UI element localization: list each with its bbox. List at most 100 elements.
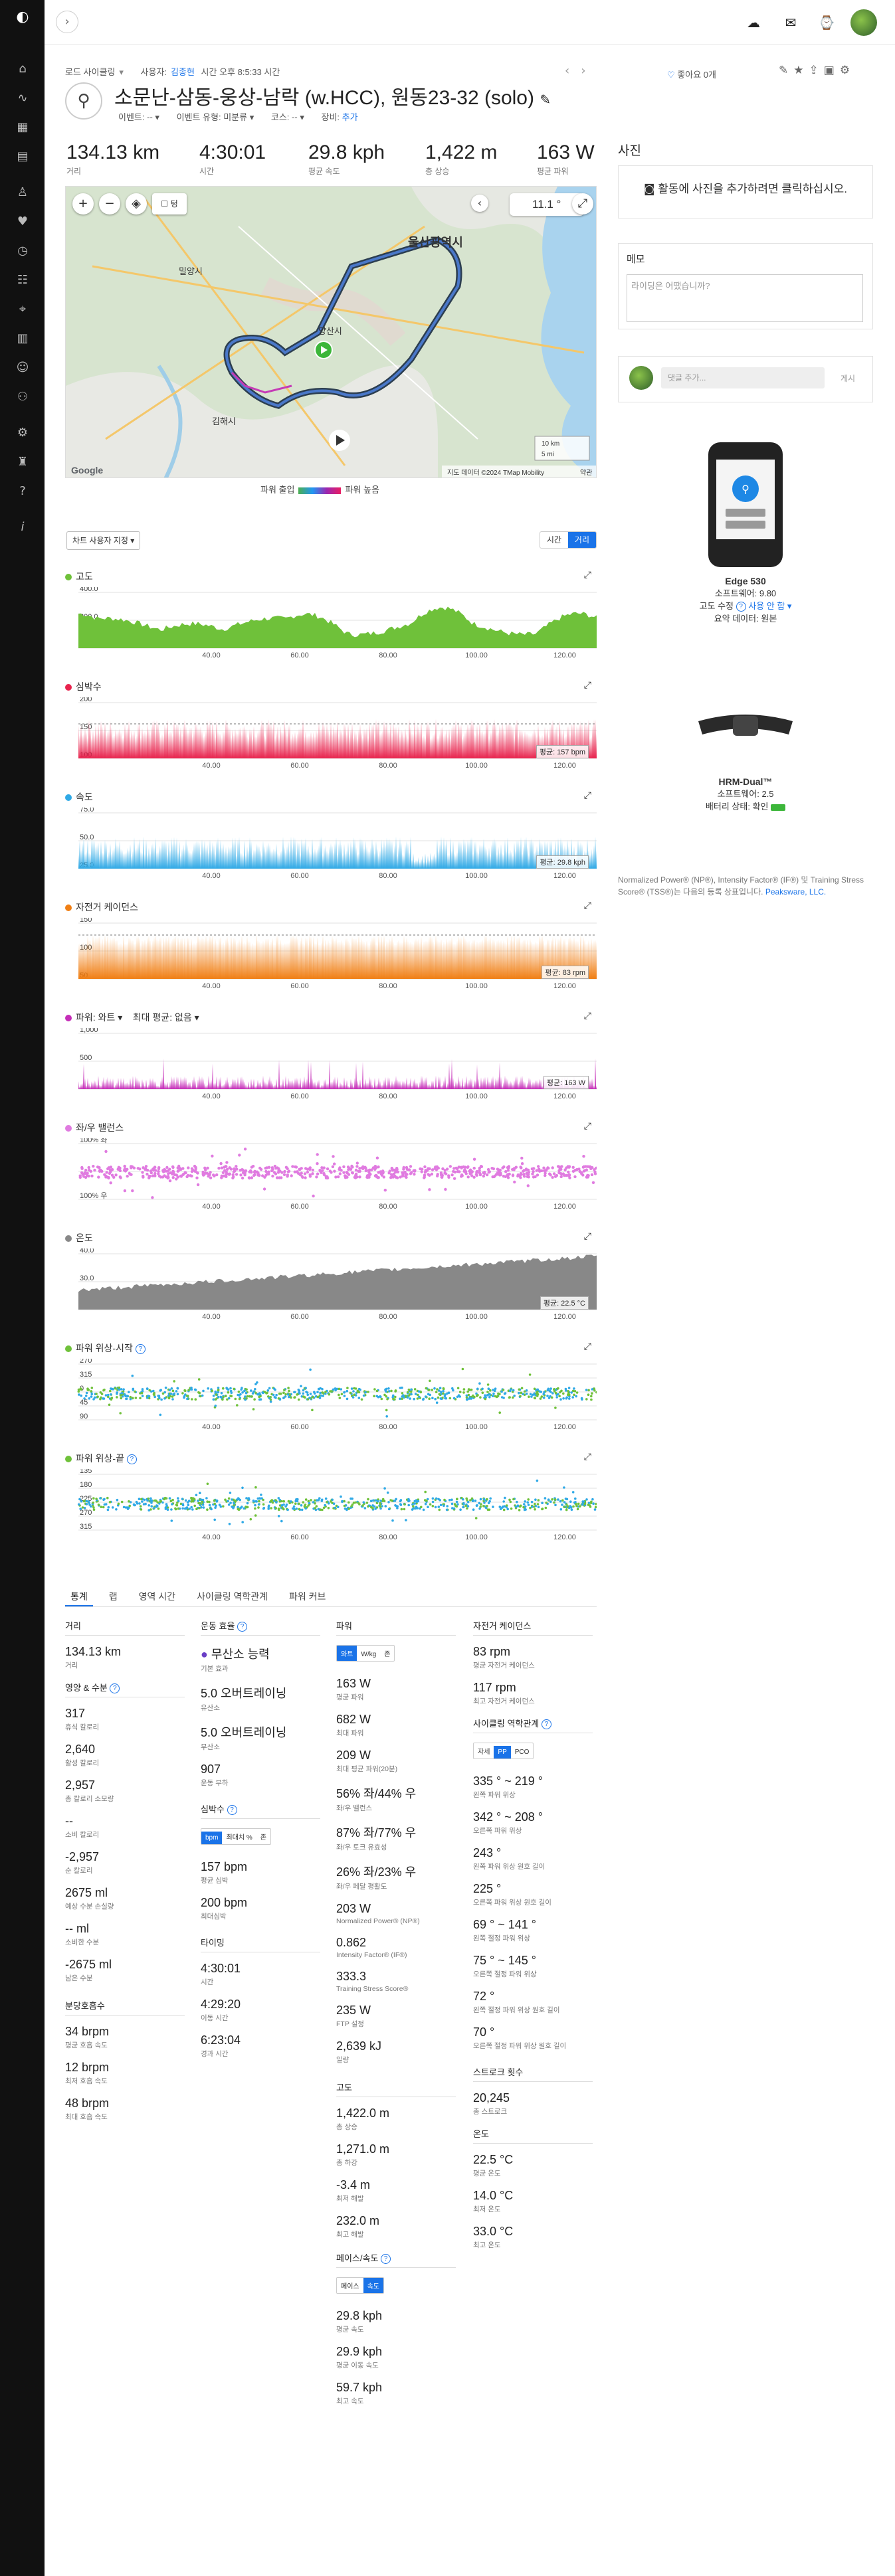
tab-power-curve[interactable]: 파워 커브 (284, 1586, 331, 1606)
badges-icon[interactable]: ☺ (15, 360, 31, 376)
user-name-link[interactable]: 김종현 (171, 67, 195, 77)
chart-point (364, 1391, 367, 1394)
expand-chart-icon[interactable]: ⤢ (584, 680, 591, 691)
share-icon[interactable]: ⇪ (809, 64, 824, 77)
activity-nav: ‹ › (565, 64, 586, 78)
expand-chart-icon[interactable]: ⤢ (584, 901, 591, 911)
training-icon[interactable]: ♙ (15, 185, 31, 201)
add-photo-button[interactable]: ◙ 활동에 사진을 추가하려면 클릭하십시오. (618, 165, 873, 218)
insights-icon[interactable]: ▥ (15, 331, 31, 347)
segment-option[interactable]: 자세 (474, 1743, 494, 1759)
next-activity-icon[interactable]: › (581, 64, 585, 78)
edit-pencil-icon[interactable]: ✎ (779, 64, 793, 77)
gear-list-icon[interactable]: ☷ (15, 272, 31, 288)
prev-activity-icon[interactable]: ‹ (565, 64, 569, 78)
garmin-connect-logo-icon[interactable]: ◐ (15, 9, 31, 25)
segment-option[interactable]: 속도 (363, 2278, 384, 2294)
lock-icon[interactable]: ▣ (824, 64, 840, 77)
memo-input[interactable]: 라이딩은 어땠습니까? (627, 274, 863, 322)
expand-chart-icon[interactable]: ⤢ (584, 1231, 591, 1242)
segment-option[interactable]: 존 (256, 1829, 270, 1844)
user-avatar[interactable] (850, 9, 877, 36)
fullscreen-icon[interactable]: ⤢ (572, 193, 593, 215)
chart-point (291, 1165, 294, 1168)
like-count[interactable]: ♡ 좋아요 0개 (667, 68, 716, 80)
peaksware-link[interactable]: Peaksware, LLC. (765, 887, 826, 897)
event-type-select[interactable]: 이벤트 유형: 미분류 ▾ (177, 112, 254, 122)
challenges-icon[interactable]: ♜ (15, 454, 31, 470)
expand-chart-icon[interactable]: ⤢ (584, 1341, 591, 1352)
help-icon[interactable]: ? (15, 483, 31, 499)
activity-pulse-icon[interactable]: ∿ (15, 90, 31, 106)
tab-time-in-zone[interactable]: 영역 시간 (134, 1586, 181, 1606)
expand-chart-icon[interactable]: ⤢ (584, 1121, 591, 1132)
chart-point (254, 1507, 256, 1510)
map-type-toggle[interactable]: ☐ 텅 (152, 193, 187, 215)
expand-chart-icon[interactable]: ⤢ (584, 1452, 591, 1462)
time-toggle[interactable]: 시간 (540, 532, 568, 548)
chart-point (363, 1507, 367, 1509)
segment-option[interactable]: PCO (511, 1746, 534, 1759)
segment-option[interactable]: 페이스 (337, 2278, 363, 2293)
segment-option[interactable]: 최대치 % (222, 1829, 256, 1844)
performance-icon[interactable]: ◷ (15, 243, 31, 259)
segment-option[interactable]: PP (494, 1746, 511, 1759)
expand-chart-icon[interactable]: ⤢ (584, 790, 591, 801)
zoom-in-button[interactable]: + (72, 193, 94, 215)
chart-point (487, 1387, 490, 1390)
segment-option[interactable]: bpm (201, 1832, 223, 1845)
tab-stats[interactable]: 통계 (65, 1586, 93, 1606)
expand-chart-icon[interactable]: ⤢ (584, 1011, 591, 1021)
chart-point (316, 1172, 320, 1175)
home-icon[interactable]: ⌂ (15, 61, 31, 77)
expand-chart-icon[interactable]: ⤢ (584, 570, 591, 580)
chart-settings-select[interactable]: 차트 사용자 지정 ▾ (66, 531, 141, 550)
route-map[interactable]: 울산광역시 양산시 김해시 밀양시 Google 지도 데이터 ©2024 TM… (65, 186, 597, 478)
chart-point (538, 1167, 541, 1171)
activity-title[interactable]: 소문난-삼동-웅상-남락 (w.HCC), 원동23-32 (solo) ✎ (114, 81, 551, 110)
map-prev-icon[interactable]: ‹ (471, 195, 488, 212)
camera-icon: ◙ (643, 183, 655, 196)
chart-point (453, 1170, 457, 1174)
chart-point (195, 1176, 199, 1179)
health-icon[interactable]: ♥ (15, 214, 31, 230)
location-icon[interactable]: ⌖ (15, 301, 31, 317)
zoom-out-button[interactable]: − (99, 193, 120, 215)
course-select[interactable]: 코스: -- ▾ (271, 112, 304, 122)
upload-cloud-icon[interactable]: ☁ (744, 13, 763, 32)
activity-type-breadcrumb[interactable]: 로드 사이클링 (65, 67, 115, 77)
tab-laps[interactable]: 랩 (104, 1586, 123, 1606)
device1-altitude-select[interactable]: 사용 안 함 ▾ (748, 601, 791, 611)
info-icon[interactable]: i (15, 519, 31, 535)
settings-icon[interactable]: ⚙ (15, 425, 31, 441)
chart-point (181, 1392, 184, 1395)
reports-icon[interactable]: ▤ (15, 149, 31, 165)
comment-post-button[interactable]: 게시 (841, 373, 855, 384)
segment-option[interactable]: W/kg (357, 1648, 380, 1661)
chart-point (217, 1167, 221, 1170)
stat-item: 203 W Normalized Power® (NP®) (336, 1902, 420, 1925)
segment-option[interactable]: 와트 (337, 1646, 357, 1661)
chart-point (482, 1498, 486, 1501)
chart-point (417, 1500, 420, 1503)
chart-point (581, 1502, 584, 1505)
chart-point (90, 1395, 93, 1398)
segment-option[interactable]: 존 (380, 1646, 394, 1661)
gear-select[interactable]: 장비: 추가 (321, 112, 357, 122)
chart-point (175, 1390, 178, 1393)
edit-title-icon[interactable]: ✎ (540, 92, 551, 108)
inbox-icon[interactable]: ✉ (781, 13, 800, 32)
layers-icon[interactable]: ◈ (126, 193, 147, 215)
comment-input[interactable]: 댓글 추가... (661, 367, 825, 388)
groups-icon[interactable]: ⚇ (15, 389, 31, 405)
event-select[interactable]: 이벤트: -- ▾ (118, 112, 159, 122)
watch-icon[interactable]: ⌚ (817, 13, 836, 32)
calendar-icon[interactable]: ▦ (15, 120, 31, 135)
chart-point (166, 1508, 169, 1511)
expand-sidebar-icon[interactable]: › (56, 11, 78, 33)
chart-point (142, 1166, 145, 1169)
settings-gear-icon[interactable]: ⚙ (840, 64, 855, 77)
tab-cycling-dynamics[interactable]: 사이클링 역학관계 (191, 1586, 273, 1606)
distance-toggle[interactable]: 거리 (567, 532, 596, 548)
star-icon[interactable]: ★ (793, 64, 809, 77)
